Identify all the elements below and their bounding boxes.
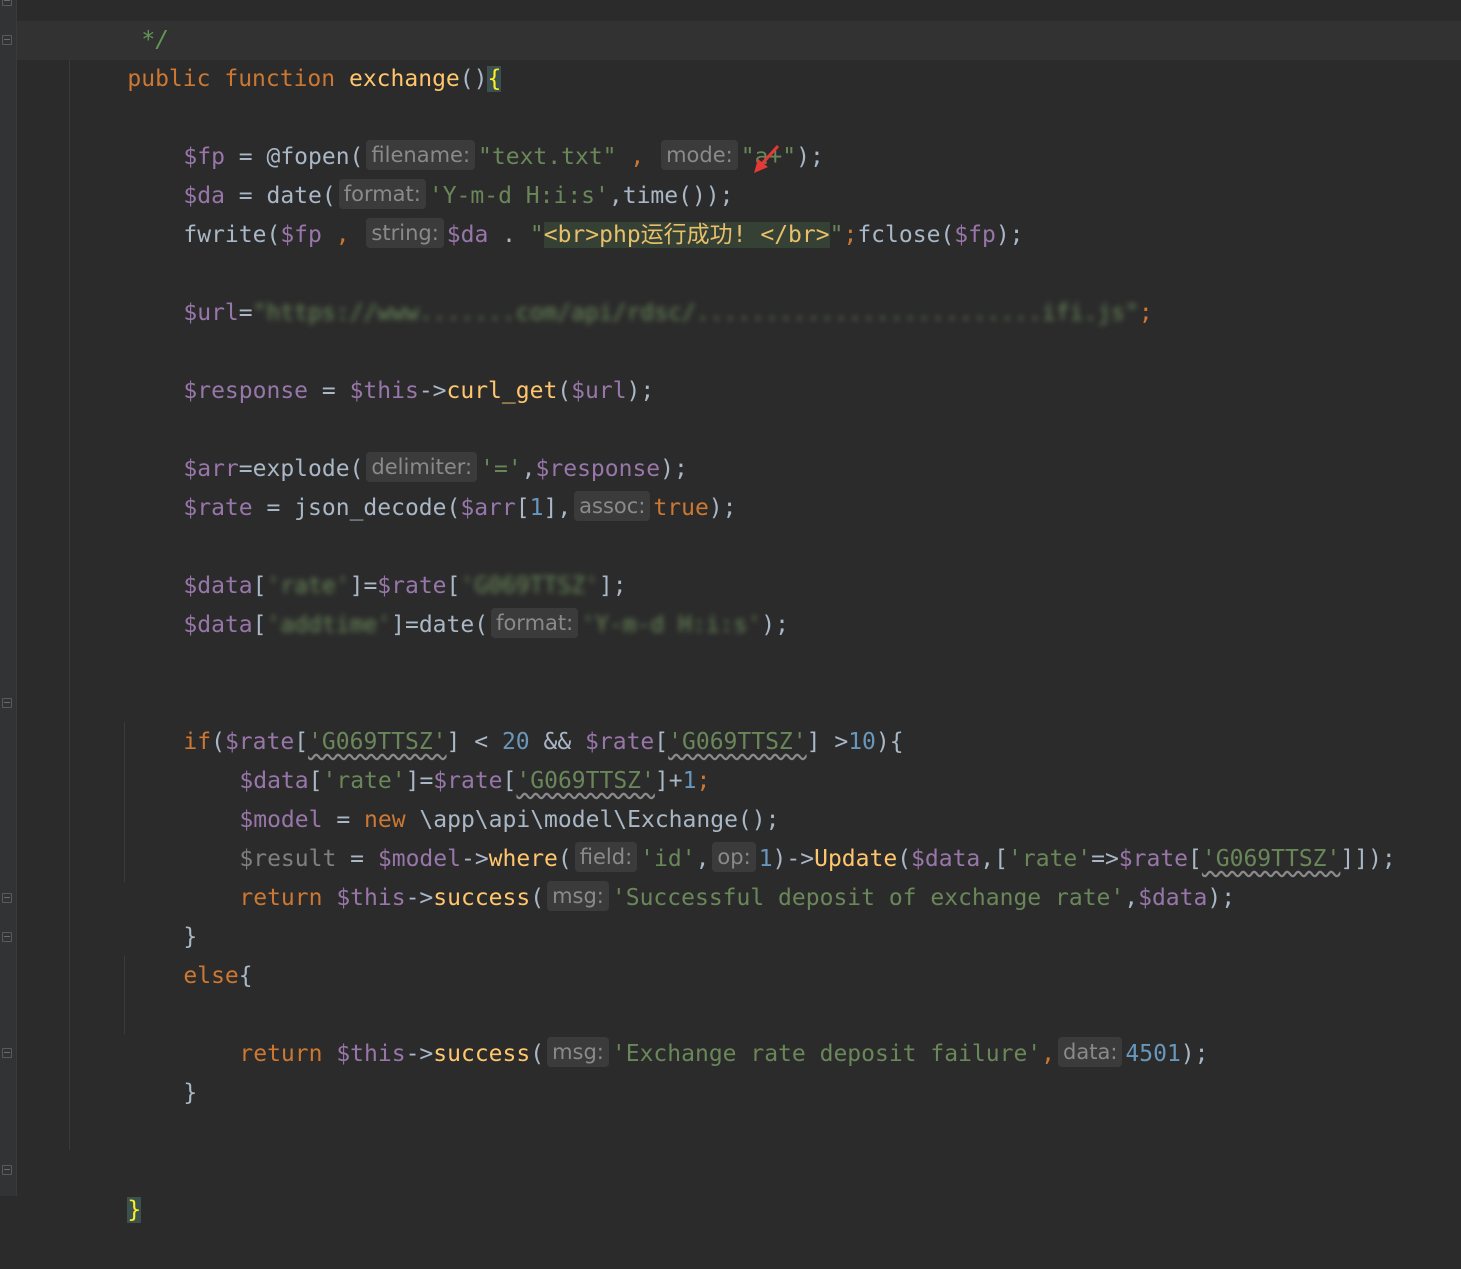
param-hint: msg: [547, 881, 609, 911]
fold-marker-icon[interactable] [2, 1048, 12, 1058]
code-line-set-rate: $data['rate']=$rate['G069TTSZ']+1; [239, 768, 711, 794]
code-line-return-failure: return $this->success(msg: 'Exchange rate… [184, 996, 1209, 1067]
code-line-date: $da = date(format: 'Y-m-d H:i:s',time()); [128, 138, 734, 209]
param-hint: string: [366, 218, 444, 248]
code-line-fopen: $fp = @fopen(filename: "text.txt" , mode:… [128, 99, 824, 170]
param-hint: assoc: [574, 491, 651, 521]
indent-guide [124, 956, 125, 1034]
indent-guide [124, 722, 125, 882]
fold-marker-icon[interactable] [2, 0, 12, 6]
code-line-else: else{ [183, 963, 253, 989]
code-line-function-decl: public function exchange(){ [127, 66, 502, 92]
code-line-json-decode: $rate = json_decode($arr[1], assoc: true); [128, 450, 737, 521]
indent-guide [69, 60, 70, 1150]
code-line-response: $response = $this->curl_get($url); [183, 378, 655, 404]
code-line-if: if($rate['G069TTSZ'] < 20 && $rate['G069… [183, 729, 904, 755]
fold-marker-icon[interactable] [2, 932, 12, 942]
code-line-close-else: } [183, 1080, 198, 1106]
fold-marker-icon[interactable] [2, 893, 12, 903]
param-hint: format: [491, 608, 579, 638]
code-line-close-function: } [127, 1197, 142, 1223]
code-line-explode: $arr=explode(delimiter: '=',$response); [128, 411, 688, 482]
code-line-fwrite: fwrite($fp , string: $da . "<br>php运行成功! … [128, 177, 1024, 248]
fold-marker-icon[interactable] [2, 1165, 12, 1175]
code-line-comment-end: */ [141, 27, 170, 53]
code-line-data-addtime: $data['addtime']=date(format: 'Y-m-d H:i:… [128, 567, 789, 638]
html-injection: <br>php运行成功! </br> [543, 222, 830, 248]
code-line-close-if: } [183, 924, 198, 950]
editor-gutter [0, 0, 17, 1196]
redacted-url: "https://www.......com/api/rdsc/........… [252, 300, 1139, 326]
param-hint: msg: [547, 1037, 609, 1067]
code-line-result: $result = $model->where(field:'id', op: 1)… [184, 801, 1396, 872]
fold-marker-icon[interactable] [2, 35, 12, 45]
code-line-return-success: return $this->success(msg: 'Successful de… [184, 840, 1235, 911]
red-arrow-annotation-icon [754, 144, 780, 173]
fold-marker-icon[interactable] [2, 698, 12, 708]
param-hint: data: [1058, 1037, 1123, 1067]
code-line-data-rate: $data['rate']=$rate['G069TTSZ']; [183, 573, 627, 599]
code-line-new-model: $model = new \app\api\model\Exchange(); [239, 807, 780, 833]
code-line-url: $url="https://www.......com/api/rdsc/...… [183, 300, 1153, 326]
